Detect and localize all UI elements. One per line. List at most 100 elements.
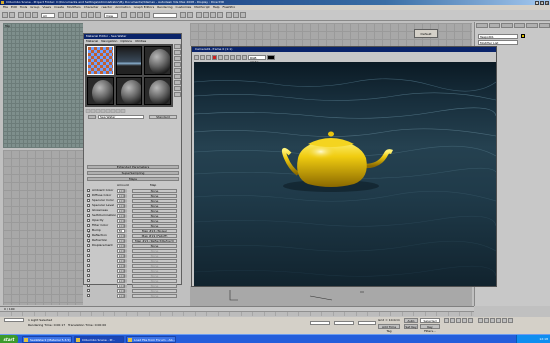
unlink-icon[interactable]	[25, 12, 31, 18]
map-enable-checkbox[interactable]: ✓	[87, 229, 91, 234]
map-enable-checkbox[interactable]	[87, 199, 90, 202]
pick-material-icon[interactable]	[88, 115, 96, 119]
hierarchy-tab[interactable]	[501, 23, 513, 28]
map-slot-button[interactable]: Map #19 (Falloff)	[132, 233, 177, 238]
quick-render-icon[interactable]	[240, 12, 246, 18]
video-color-check-icon[interactable]	[174, 68, 181, 73]
taskbar-item[interactable]: Load File from Forum - Ab...	[126, 336, 176, 343]
map-amount-spinner[interactable]	[125, 223, 127, 228]
start-button[interactable]: start	[0, 335, 18, 343]
map-slot-button[interactable]: None	[132, 208, 177, 213]
z-coordinate-field[interactable]	[358, 321, 376, 325]
selected-select[interactable]: Selected	[420, 318, 440, 323]
map-amount-field[interactable]: 30	[117, 228, 125, 233]
maximize-viewport-icon[interactable]	[508, 318, 513, 323]
rollout-maps[interactable]: Maps	[87, 177, 179, 181]
modifier-list-select[interactable]: Modifier List	[478, 40, 518, 45]
go-to-end-icon[interactable]	[468, 318, 473, 323]
map-amount-field[interactable]: 100	[117, 193, 125, 198]
material-editor-icon[interactable]	[217, 12, 223, 18]
pivot-icon[interactable]	[121, 12, 127, 18]
material-type-button[interactable]: Standard	[149, 115, 177, 119]
map-amount-spinner[interactable]	[125, 238, 127, 243]
map-slot-button[interactable]: None	[132, 258, 177, 263]
play-icon[interactable]	[456, 318, 461, 323]
sample-slot[interactable]	[115, 76, 143, 105]
map-amount-spinner[interactable]	[125, 243, 127, 248]
taskbar-item[interactable]: SeaWater2 [Material 5.3.5] - 3...	[22, 336, 72, 343]
map-slot-button[interactable]: None	[132, 203, 177, 208]
map-amount-field[interactable]: 100	[117, 233, 125, 238]
map-enable-checkbox[interactable]	[87, 279, 90, 282]
map-slot-button[interactable]: None	[132, 248, 177, 253]
rollout-supersampling[interactable]: SuperSampling	[87, 171, 179, 175]
copy-image-icon[interactable]	[200, 54, 205, 60]
map-slot-button[interactable]: None	[132, 278, 177, 283]
map-slot-button[interactable]: None	[132, 253, 177, 258]
map-enable-checkbox[interactable]	[87, 214, 90, 217]
track-bar[interactable]	[0, 311, 474, 316]
map-slot-button[interactable]: None	[132, 223, 177, 228]
y-coordinate-field[interactable]	[334, 321, 354, 325]
viewport-default-button[interactable]: Default	[414, 29, 438, 38]
map-slot-button[interactable]: Map #21 (Reflect/Refract)	[132, 238, 177, 243]
map-amount-spinner[interactable]	[125, 258, 127, 263]
select-by-name-icon[interactable]	[65, 12, 71, 18]
utilities-tab[interactable]	[538, 23, 550, 28]
map-enable-checkbox[interactable]	[87, 294, 90, 297]
map-amount-field[interactable]: 100	[117, 273, 125, 278]
map-amount-field[interactable]: 100	[117, 243, 125, 248]
material-menu-utilities[interactable]: Utilities	[135, 39, 146, 43]
motion-tab[interactable]	[513, 23, 525, 28]
background-icon[interactable]	[174, 56, 181, 61]
map-amount-field[interactable]: 100	[117, 203, 125, 208]
map-slot-button[interactable]: None	[132, 268, 177, 273]
map-slot-button[interactable]: None	[132, 263, 177, 268]
map-enable-checkbox[interactable]	[87, 259, 90, 262]
map-enable-checkbox[interactable]	[87, 284, 90, 287]
rotate-icon[interactable]	[88, 12, 94, 18]
display-tab[interactable]	[526, 23, 538, 28]
monochrome-icon[interactable]	[236, 54, 241, 60]
map-amount-field[interactable]: 100	[117, 223, 125, 228]
link-icon[interactable]	[18, 12, 24, 18]
map-amount-field[interactable]: 100	[117, 198, 125, 203]
material-menu-material[interactable]: Material	[86, 39, 98, 43]
sample-slot[interactable]	[115, 46, 143, 75]
map-amount-field[interactable]: 100	[117, 213, 125, 218]
map-enable-checkbox[interactable]	[87, 204, 90, 207]
map-amount-spinner[interactable]	[125, 263, 127, 268]
auto-key-button[interactable]: Auto Key	[404, 318, 418, 327]
map-enable-checkbox[interactable]	[87, 289, 90, 292]
percent-snap-icon[interactable]	[144, 12, 150, 18]
red-channel-icon[interactable]	[212, 54, 217, 60]
map-amount-field[interactable]: 100	[117, 278, 125, 283]
map-amount-spinner[interactable]	[125, 213, 127, 218]
taskbar-item[interactable]: COLombo Scene - Pr...	[74, 336, 124, 343]
top-viewport-label[interactable]: Top	[5, 24, 10, 28]
map-enable-checkbox[interactable]	[87, 254, 90, 257]
map-slot-button[interactable]: Map #24 (Noise)	[132, 228, 177, 233]
reference-coordinate-select[interactable]: View	[104, 13, 118, 18]
create-tab[interactable]	[476, 23, 488, 28]
map-amount-field[interactable]: 100	[117, 268, 125, 273]
map-amount-spinner[interactable]	[125, 268, 127, 273]
map-slot-button[interactable]: None	[132, 213, 177, 218]
map-slot-button[interactable]: None	[132, 283, 177, 288]
map-slot-button[interactable]: None	[132, 218, 177, 223]
layer-manager-icon[interactable]	[196, 12, 202, 18]
close-button[interactable]: ×	[545, 0, 549, 5]
snap-icon[interactable]	[130, 12, 136, 18]
channel-select[interactable]: RGB Alpha	[248, 54, 266, 64]
zoom-icon[interactable]	[478, 318, 483, 323]
orbit-icon[interactable]	[502, 318, 507, 323]
go-to-start-icon[interactable]	[444, 318, 449, 323]
zoom-all-icon[interactable]	[484, 318, 489, 323]
add-time-tag-button[interactable]: Add Time Tag	[378, 324, 400, 333]
render-setup-icon[interactable]	[226, 12, 232, 18]
map-amount-spinner[interactable]	[125, 278, 127, 283]
schematic-view-icon[interactable]	[210, 12, 216, 18]
map-amount-field[interactable]: 100	[117, 253, 125, 258]
mirror-icon[interactable]	[180, 12, 186, 18]
map-amount-field[interactable]: 100	[117, 248, 125, 253]
